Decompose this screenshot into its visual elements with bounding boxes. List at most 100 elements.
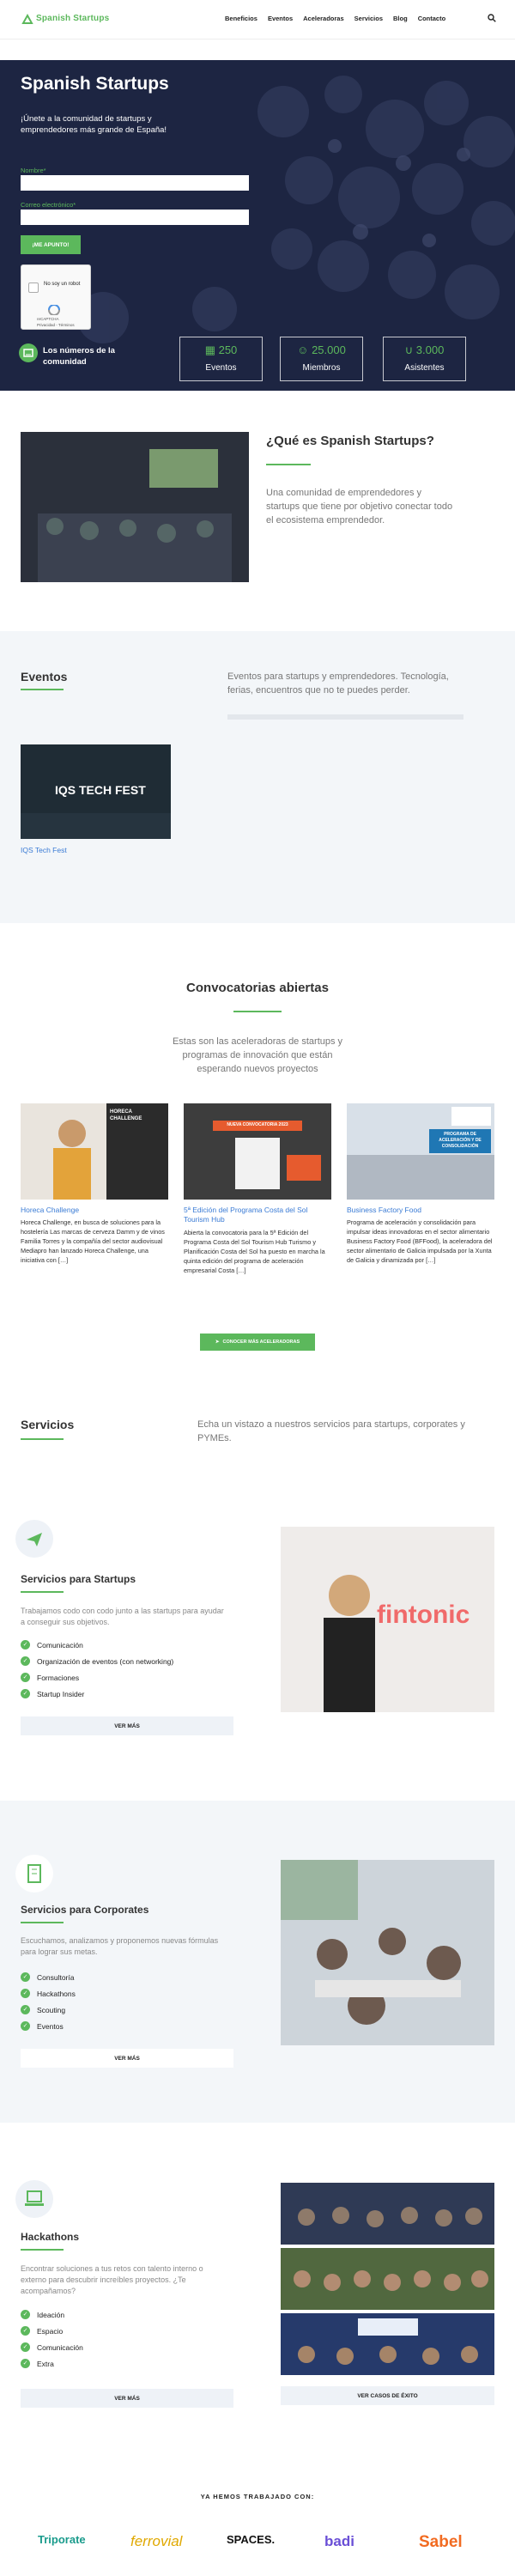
- service-corporates-item: ✓ Eventos: [21, 2021, 64, 2031]
- more-accelerators-button[interactable]: ➤ CONOCER MÁS ACELERADORAS: [200, 1334, 315, 1351]
- search-icon[interactable]: [488, 14, 496, 22]
- about-description: Una comunidad de emprendedores y startup…: [266, 488, 453, 526]
- events-divider: [227, 714, 464, 720]
- calls-underline: [233, 1011, 282, 1012]
- nav-aceleradoras[interactable]: Aceleradoras: [303, 15, 344, 22]
- check-icon: ✓: [21, 2359, 30, 2368]
- service-corporates-item: ✓ Scouting: [21, 2005, 65, 2014]
- check-icon: ✓: [21, 2310, 30, 2319]
- service-startups-image: fintonic: [281, 1527, 494, 1712]
- check-icon: ✓: [21, 2021, 30, 2031]
- event-card-image[interactable]: IQS TECH FEST: [21, 744, 171, 839]
- service-corporates-title: Servicios para Corporates: [21, 1904, 149, 1916]
- calendar-icon: ▦: [204, 343, 219, 356]
- recaptcha-logo-icon: [48, 305, 60, 315]
- services-underline: [21, 1438, 64, 1440]
- nav-beneficios[interactable]: Beneficios: [225, 15, 258, 22]
- stat-members: ☺ 25.000 Miembros: [280, 337, 363, 381]
- events-description: Eventos para startups y emprendedores. T…: [227, 671, 449, 696]
- stat-members-label: Miembros: [302, 363, 341, 373]
- services-description: Echa un vistazo a nuestros servicios par…: [197, 1419, 465, 1443]
- nav-servicios[interactable]: Servicios: [354, 15, 383, 22]
- call-card-title-3[interactable]: Business Factory Food: [347, 1206, 494, 1215]
- laptop-icon: [15, 2180, 53, 2218]
- call-card-image-3[interactable]: PROGRAMA DE ACELERACIÓN Y DE CONSOLIDACI…: [347, 1103, 494, 1200]
- service-hackathons-button[interactable]: VER MÁS: [21, 2389, 233, 2408]
- recaptcha-links[interactable]: Privacidad - Términos: [37, 323, 75, 327]
- calls-description: Estas son las aceleradoras de startups y…: [172, 1036, 343, 1074]
- call-card-image-1[interactable]: HORECA CHALLENGE: [21, 1103, 168, 1200]
- service-hackathons-title: Hackathons: [21, 2231, 80, 2243]
- fintonic-logo: fintonic: [377, 1601, 470, 1629]
- service-startups-item: ✓ Startup Insider: [21, 1689, 84, 1698]
- name-field[interactable]: [21, 175, 249, 191]
- service-hackathons-item: ✓ Comunicación: [21, 2342, 83, 2352]
- check-icon: ✓: [21, 1972, 30, 1982]
- calls-title: Convocatorias abiertas: [186, 981, 329, 995]
- building-icon: [15, 1855, 53, 1893]
- service-startups-button[interactable]: VER MÁS: [21, 1716, 233, 1735]
- service-corporates-item: ✓ Hackathons: [21, 1989, 76, 1998]
- success-cases-button[interactable]: VER CASOS DE ÉXITO: [281, 2386, 494, 2405]
- about-title: ¿Qué es Spanish Startups?: [266, 434, 434, 448]
- recaptcha-widget: No soy un robot reCAPTCHA Privacidad - T…: [21, 264, 91, 330]
- call-card-image-2[interactable]: NUEVA CONVOCATORIA 2023: [184, 1103, 331, 1200]
- recaptcha-checkbox[interactable]: [28, 283, 39, 293]
- service-startups-item: ✓ Comunicación: [21, 1640, 83, 1649]
- site-logo[interactable]: Spanish Startups: [21, 10, 109, 29]
- stat-attendees: ∪ 3.000 Asistentes: [383, 337, 466, 381]
- rocket-icon: ➤: [215, 1340, 220, 1345]
- call-card-text-1: Horeca Challenge, en busca de soluciones…: [21, 1218, 165, 1264]
- signup-button[interactable]: ¡ME APUNTO!: [21, 235, 81, 254]
- partner-logo-triporate: Triporate: [38, 2533, 86, 2546]
- check-icon: ✓: [21, 2342, 30, 2352]
- service-corporates-button[interactable]: VER MÁS: [21, 2049, 233, 2068]
- check-icon: ✓: [21, 1689, 30, 1698]
- people-icon: ☺: [297, 343, 312, 356]
- call-card-text-3: Programa de aceleración y consolidación …: [347, 1218, 493, 1264]
- call-card-image-1-text: HORECA CHALLENGE: [110, 1109, 142, 1121]
- nav-contacto[interactable]: Contacto: [418, 15, 446, 22]
- check-icon: ✓: [21, 1656, 30, 1666]
- hero-title: Spanish Startups: [21, 74, 169, 94]
- services-title: Servicios: [21, 1418, 75, 1431]
- service-hackathons-description: Encontrar soluciones a tus retos con tal…: [21, 2264, 203, 2295]
- magnet-icon: ∪: [404, 343, 416, 356]
- hackathon-image-3: [281, 2313, 494, 2375]
- logo-mark-icon: [21, 13, 33, 24]
- brand-name: Spanish Startups: [36, 14, 110, 23]
- service-startups-item: ✓ Formaciones: [21, 1673, 79, 1682]
- service-hackathons-item: ✓ Ideación: [21, 2310, 64, 2319]
- events-underline: [21, 689, 64, 690]
- event-card-title[interactable]: IQS Tech Fest: [21, 846, 67, 855]
- stat-attendees-number: ∪ 3.000: [404, 343, 445, 356]
- service-startups-title: Servicios para Startups: [21, 1573, 136, 1585]
- name-label: Nombre*: [21, 167, 46, 174]
- service-startups-description: Trabajamos codo con codo junto a las sta…: [21, 1607, 224, 1626]
- main-nav: Beneficios Eventos Aceleradoras Servicio…: [225, 15, 456, 22]
- service-startups-item: ✓ Organización de eventos (con networking…: [21, 1656, 173, 1666]
- recaptcha-label: No soy un robot: [44, 282, 81, 287]
- nav-blog[interactable]: Blog: [393, 15, 408, 22]
- service-startups-underline: [21, 1591, 64, 1593]
- check-icon: ✓: [21, 1673, 30, 1682]
- service-corporates-item: ✓ Consultoría: [21, 1972, 74, 1982]
- call-card-title-2[interactable]: 5ª Edición del Programa Costa del Sol To…: [184, 1206, 331, 1224]
- hero-subtitle: ¡Únete a la comunidad de startups y empr…: [21, 114, 167, 135]
- site-header: Spanish Startups Beneficios Eventos Acel…: [0, 0, 515, 39]
- call-card-image-3-text: PROGRAMA DE ACELERACIÓN Y DE CONSOLIDACI…: [439, 1132, 482, 1149]
- call-card-title-1[interactable]: Horeca Challenge: [21, 1206, 168, 1215]
- service-corporates-image: [281, 1860, 494, 2045]
- recaptcha-brand: reCAPTCHA: [37, 317, 59, 321]
- call-card-image-2-text: NUEVA CONVOCATORIA 2023: [227, 1122, 288, 1127]
- events-title: Eventos: [21, 670, 68, 683]
- stat-events-number: ▦ 250: [204, 343, 238, 356]
- service-hackathons-underline: [21, 2249, 64, 2251]
- about-underline: [266, 464, 311, 465]
- check-icon: ✓: [21, 1640, 30, 1649]
- partner-logo-ferrovial: ferrovial: [130, 2533, 183, 2549]
- nav-eventos[interactable]: Eventos: [268, 15, 293, 22]
- hero-section: Spanish Startups ¡Únete a la comunidad d…: [0, 60, 515, 391]
- email-field[interactable]: [21, 210, 249, 225]
- partner-logo-sabel: Sabel: [419, 2533, 463, 2551]
